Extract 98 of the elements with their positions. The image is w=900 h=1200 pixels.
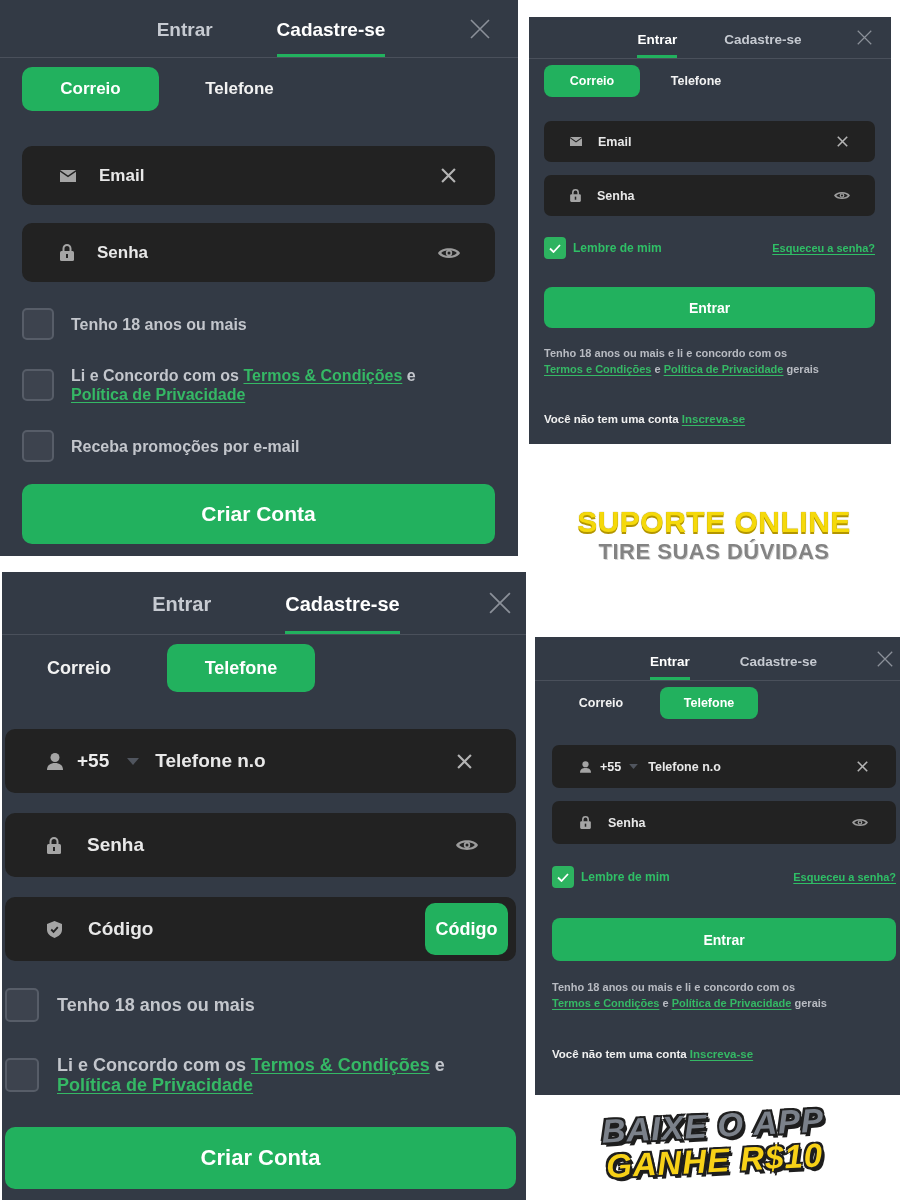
login-button[interactable]: Entrar: [544, 287, 875, 328]
envelope-icon: [60, 169, 76, 182]
signup-link[interactable]: Inscreva-se: [689, 1048, 754, 1060]
inline-link[interactable]: Política de Privacidade: [57, 1075, 254, 1095]
phone-field[interactable]: +55 Telefone n.o: [552, 745, 896, 788]
phone-number-input[interactable]: Telefone n.o: [648, 759, 857, 774]
tab[interactable]: Cadastre-se: [724, 32, 802, 58]
method-tab[interactable]: Telefone: [167, 644, 315, 692]
lock-icon: [580, 816, 591, 829]
forgot-password-link[interactable]: Esqueceu a senha?: [772, 242, 875, 254]
email-input[interactable]: Email: [598, 134, 837, 149]
remember-me-label[interactable]: Lembre de mim: [573, 241, 662, 255]
checkbox[interactable]: [552, 866, 574, 888]
envelope-icon: [570, 137, 582, 146]
tab[interactable]: Entrar: [156, 19, 213, 57]
clear-icon[interactable]: [857, 761, 868, 772]
lock-icon: [570, 189, 581, 202]
person-icon: [47, 752, 63, 770]
tab[interactable]: Cadastre-se: [276, 19, 386, 57]
lock-icon: [47, 836, 61, 854]
password-field[interactable]: Senha: [552, 801, 896, 844]
tab[interactable]: Cadastre-se: [739, 654, 818, 680]
method-tab[interactable]: Correio: [5, 644, 153, 692]
signup-link[interactable]: Inscreva-se: [681, 413, 746, 425]
method-tab[interactable]: Telefone: [660, 687, 758, 719]
inline-link[interactable]: Política de Privacidade: [671, 997, 792, 1009]
create-account-button[interactable]: Criar Conta: [22, 484, 495, 544]
method-tab[interactable]: Correio: [22, 67, 159, 111]
checkbox[interactable]: [22, 369, 54, 401]
eye-icon[interactable]: [456, 838, 478, 852]
create-account-button[interactable]: Criar Conta: [5, 1127, 516, 1189]
eye-icon[interactable]: [834, 190, 850, 201]
login-button[interactable]: Entrar: [552, 918, 896, 961]
country-code-select[interactable]: +55: [600, 759, 639, 774]
caret-down-icon: [127, 757, 140, 765]
tab[interactable]: Entrar: [637, 32, 678, 58]
checkbox-label: Tenho 18 anos ou mais: [71, 314, 247, 334]
eye-icon[interactable]: [852, 817, 868, 828]
eye-icon[interactable]: [438, 245, 460, 260]
person-icon: [580, 760, 591, 773]
tab[interactable]: Cadastre-se: [285, 592, 400, 634]
checkbox[interactable]: [544, 237, 566, 259]
close-icon[interactable]: [489, 592, 511, 614]
signup-prompt: Você não tem uma conta Inscreva-se: [544, 412, 747, 427]
promo-headline: SUPORTE ONLINE: [577, 506, 851, 538]
password-field[interactable]: Senha: [544, 175, 875, 216]
checkmark-icon: [557, 872, 569, 882]
shield-check-icon: [47, 920, 62, 938]
checkbox-label: Li e Concordo com os Termos & Condições e Política de Privacidade: [57, 1055, 446, 1095]
phone-field[interactable]: +55 Telefone n.o: [5, 729, 516, 793]
forgot-password-link[interactable]: Esqueceu a senha?: [793, 871, 896, 883]
method-tab[interactable]: Correio: [544, 65, 640, 97]
tab[interactable]: Entrar: [152, 592, 212, 634]
password-field[interactable]: Senha: [22, 223, 495, 282]
remember-me-label[interactable]: Lembre de mim: [581, 870, 670, 884]
clear-icon[interactable]: [457, 753, 472, 769]
password-input[interactable]: Senha: [608, 815, 852, 830]
code-field[interactable]: Código Código: [5, 897, 516, 961]
inline-link[interactable]: Termos & Condições: [251, 1055, 430, 1075]
checkbox[interactable]: [5, 988, 39, 1022]
checkbox[interactable]: [5, 1058, 39, 1092]
inline-link[interactable]: Termos e Condições: [552, 997, 660, 1009]
clear-icon[interactable]: [837, 136, 848, 147]
terms-text: Tenho 18 anos ou mais e li e concordo com os Termos e Condições e Política de Privacidade gerais: [544, 346, 820, 377]
signup-prompt: Você não tem uma conta Inscreva-se: [552, 1047, 755, 1062]
inline-link[interactable]: Termos & Condições: [243, 367, 403, 384]
phone-number-input[interactable]: Telefone n.o: [155, 750, 457, 772]
checkmark-icon: [549, 243, 561, 253]
password-input[interactable]: Senha: [87, 834, 456, 856]
country-code-select[interactable]: +55: [77, 750, 140, 772]
inline-link[interactable]: Política de Privacidade: [71, 386, 246, 403]
method-tab[interactable]: Telefone: [171, 67, 308, 111]
promo-subline: TIRE SUAS DÚVIDAS: [598, 539, 830, 563]
method-tab[interactable]: Telefone: [648, 65, 744, 97]
lock-icon: [60, 244, 74, 261]
email-field[interactable]: Email: [22, 146, 495, 205]
inline-link[interactable]: Termos e Condições: [544, 363, 652, 375]
email-input[interactable]: Email: [99, 165, 441, 186]
caret-down-icon: [629, 764, 639, 769]
clear-icon[interactable]: [441, 168, 456, 183]
send-code-button[interactable]: Código: [425, 903, 508, 955]
checkbox[interactable]: [22, 430, 54, 462]
close-icon[interactable]: [857, 30, 872, 45]
checkbox-label: Receba promoções por e-mail: [71, 436, 300, 456]
checkbox[interactable]: [22, 308, 54, 340]
inline-link[interactable]: Política de Privacidade: [663, 363, 784, 375]
email-field[interactable]: Email: [544, 121, 875, 162]
code-input[interactable]: Código: [88, 918, 425, 940]
password-input[interactable]: Senha: [97, 242, 438, 263]
method-tab[interactable]: Correio: [552, 687, 650, 719]
close-icon[interactable]: [877, 650, 893, 667]
close-icon[interactable]: [470, 18, 490, 39]
checkbox-label: Tenho 18 anos ou mais: [57, 995, 255, 1015]
checkbox-label: Li e Concordo com os Termos & Condições e Política de Privacidade: [71, 366, 417, 404]
password-input[interactable]: Senha: [597, 188, 834, 203]
password-field[interactable]: Senha: [5, 813, 516, 877]
tab[interactable]: Entrar: [649, 654, 690, 680]
terms-text: Tenho 18 anos ou mais e li e concordo com os Termos e Condições e Política de Privacidade gerais: [552, 980, 828, 1011]
